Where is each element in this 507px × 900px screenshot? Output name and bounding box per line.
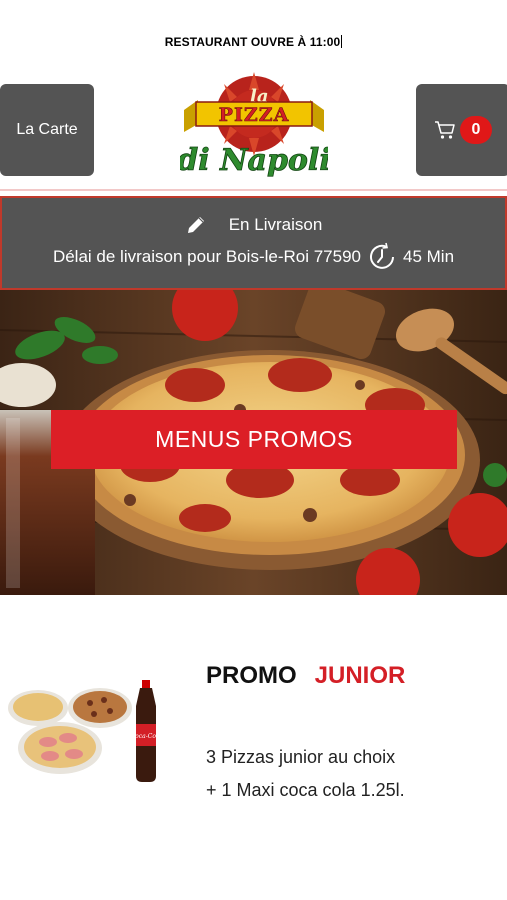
text-caret: [341, 35, 343, 48]
opening-status: RESTAURANT OUVRE À 11:00: [0, 35, 507, 49]
menus-promos-label: MENUS PROMOS: [155, 426, 353, 452]
delivery-panel[interactable]: En Livraison Délai de livraison pour Boi…: [0, 196, 507, 290]
la-carte-label: La Carte: [16, 121, 78, 138]
delivery-mode-label: En Livraison: [228, 215, 323, 234]
delivery-time-row: Délai de livraison pour Bois-le-Roi 7759…: [2, 242, 505, 272]
logo-text-pizza: PIZZA: [219, 104, 290, 126]
delivery-delay-value: 45 Min: [403, 247, 455, 266]
promo-description: 3 Pizzas junior au choix + 1 Maxi coca c…: [206, 747, 405, 800]
cart-button[interactable]: 0: [416, 84, 507, 176]
logo-text-di-napoli: di Napoli: [180, 143, 328, 178]
promo-title-word1: PROMO: [206, 662, 297, 689]
promo-junior-image[interactable]: Coca-Cola: [4, 676, 172, 784]
restaurant-logo[interactable]: la PIZZA di Napoli: [180, 70, 328, 186]
la-carte-button[interactable]: La Carte: [0, 84, 94, 176]
opening-status-text: RESTAURANT OUVRE À 11:00: [164, 35, 341, 49]
cart-count: 0: [471, 121, 481, 138]
promo-title: PROMO JUNIOR: [206, 662, 405, 690]
delivery-delay-text: Délai de livraison pour Bois-le-Roi 7759…: [52, 247, 362, 266]
pizza-trio: [8, 688, 132, 774]
menus-promos-button[interactable]: MENUS PROMOS: [51, 410, 457, 469]
clock-icon: [370, 242, 395, 269]
pencil-icon[interactable]: [185, 214, 207, 236]
bottle-label: Coca-Cola: [131, 733, 162, 740]
cart-count-badge: 0: [460, 116, 492, 144]
promo-title-word2: JUNIOR: [314, 662, 406, 689]
coca-cola-bottle: Coca-Cola: [131, 680, 162, 782]
header-divider: [0, 189, 507, 191]
shopping-cart-icon: [435, 121, 455, 139]
delivery-mode-row[interactable]: En Livraison: [2, 214, 505, 236]
